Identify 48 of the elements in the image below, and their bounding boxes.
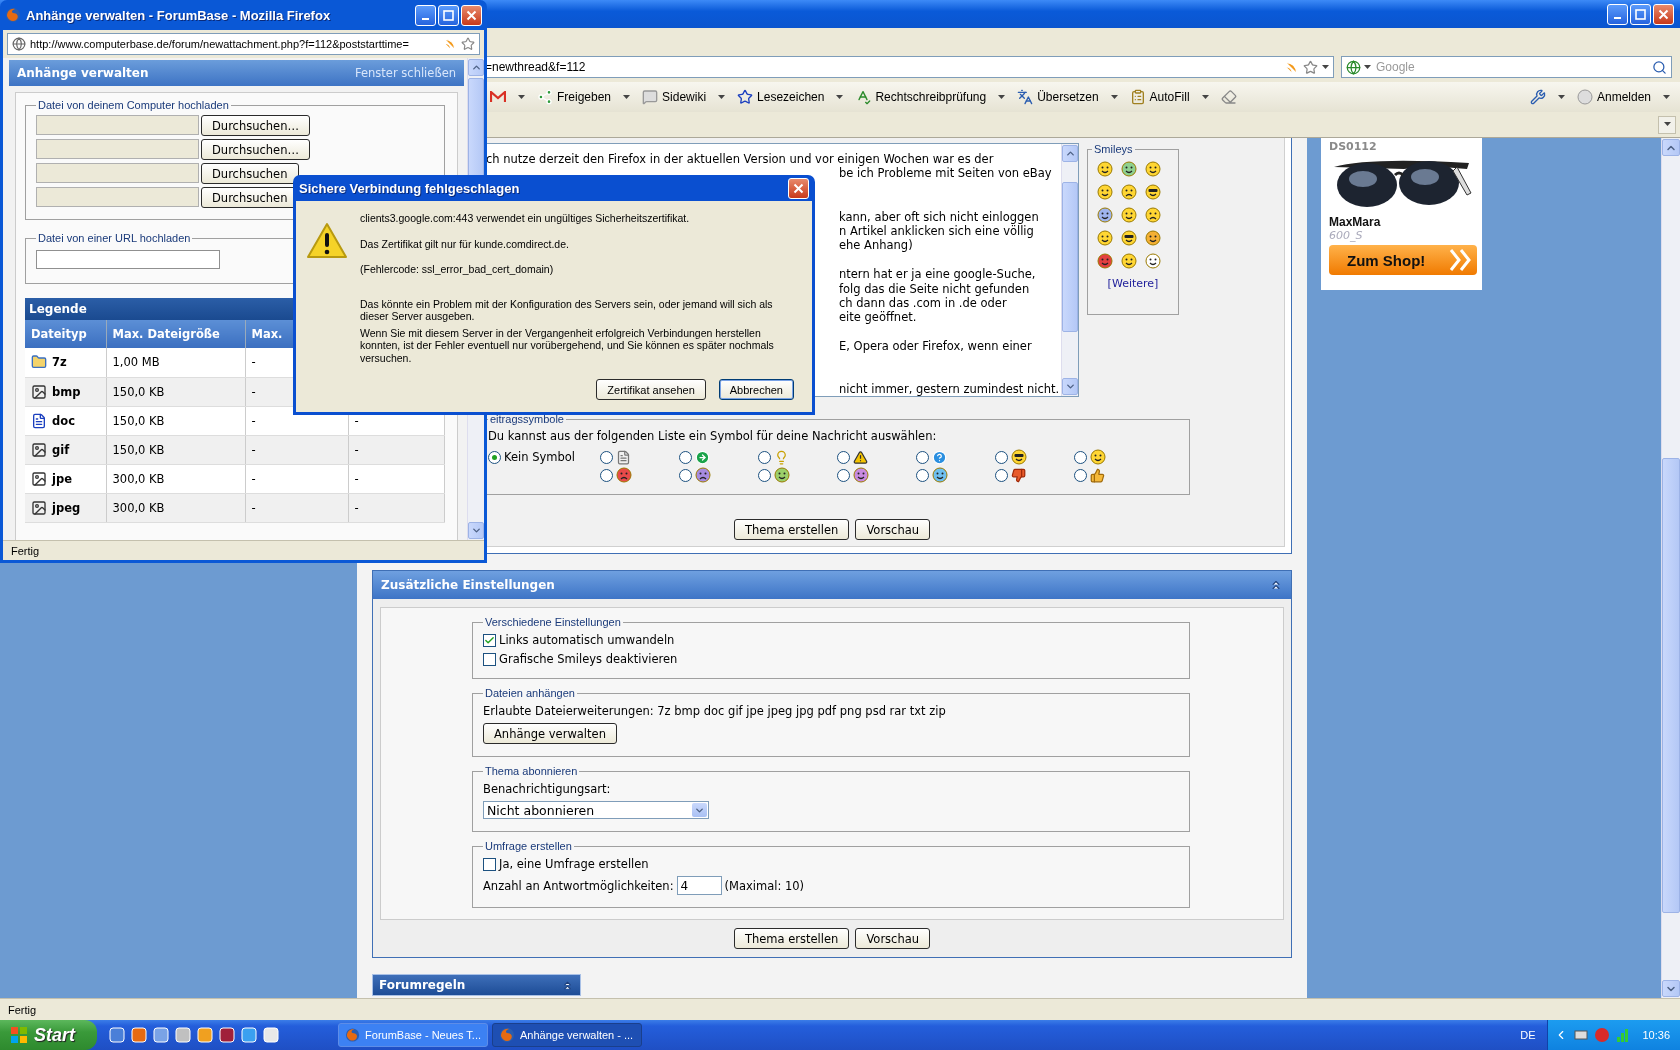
table-cell: doc — [25, 406, 106, 435]
table-cell: - — [245, 435, 348, 464]
window-title: Anhänge verwalten - ForumBase - Mozilla Firefox — [26, 7, 331, 23]
group-label: Datei von deinem Computer hochladen — [37, 99, 230, 111]
table-cell: - — [348, 435, 445, 464]
allowed-extensions-text: Erlaubte Dateierweiterungen: 7z bmp doc gif jpe jpeg jpg pdf png psd rar txt zip — [483, 704, 947, 718]
column-header: Dateityp — [25, 320, 106, 348]
panel-title: Forumregeln — [379, 978, 466, 992]
table-cell: - — [348, 464, 445, 493]
table-cell: jpeg — [25, 493, 106, 522]
ad-code: DS0112 — [1329, 140, 1378, 153]
instruction-text: Du kannst aus der folgenden Liste ein Symbol für deine Nachricht auswählen: — [488, 429, 938, 443]
dialog-text: Das Zertifikat gilt nur für kunde.comdirect.de. — [360, 237, 570, 250]
table-cell: gif — [25, 435, 106, 464]
group-label: Verschiedene Einstellungen — [484, 616, 622, 628]
table-cell: 150,0 KB — [106, 435, 245, 464]
dialog-text: clients3.google.com:443 verwendet ein ungültiges Sicherheitszertifikat. — [360, 212, 691, 225]
table-cell: 150,0 KB — [106, 377, 245, 406]
table-cell: 300,0 KB — [106, 464, 245, 493]
field-label: Benachrichtigungsart: — [483, 782, 612, 796]
group-label: Dateien anhängen — [484, 687, 576, 699]
model-name: 600_S — [1329, 229, 1364, 242]
group-label: eitragssymbole — [489, 413, 565, 425]
status-text: Fertig — [8, 1003, 37, 1016]
field-label: Anzahl an Antwortmöglichkeiten: — [483, 878, 674, 893]
table-cell: 7z — [25, 348, 106, 377]
column-header: Max. Dateigröße — [106, 320, 245, 348]
table-cell: 150,0 KB — [106, 406, 245, 435]
dialog-text: (Fehlercode: ssl_error_bad_cert_domain) — [360, 263, 555, 276]
table-cell: 1,00 MB — [106, 348, 245, 377]
dialog-text: Wenn Sie mit diesem Server in der Vergangenheit erfolgreich Verbindungen herstellen konnten, ist der Fehler eventuell nur vorübergehend, und Sie können es später nochmals versuchen. — [360, 326, 775, 364]
panel-title: Zusätzliche Einstellungen — [381, 578, 555, 592]
clock: 10:36 — [1642, 1029, 1670, 1041]
group-label: Datei von einer URL hochladen — [37, 232, 192, 244]
table-cell: - — [245, 464, 348, 493]
table-cell: jpe — [25, 464, 106, 493]
group-label: Umfrage erstellen — [484, 840, 573, 852]
brand-name: MaxMara — [1329, 215, 1382, 229]
panel-title: Anhänge verwalten — [17, 66, 149, 80]
max-hint: (Maximal: 10) — [724, 878, 805, 893]
status-text: Fertig — [11, 544, 40, 557]
table-cell: bmp — [25, 377, 106, 406]
dialog-title: Sichere Verbindung fehlgeschlagen — [299, 180, 520, 196]
table-cell: - — [348, 493, 445, 522]
group-label: Smileys — [1093, 143, 1134, 155]
table-cell: - — [245, 493, 348, 522]
group-label: Thema abonnieren — [484, 765, 579, 777]
table-cell: 300,0 KB — [106, 493, 245, 522]
